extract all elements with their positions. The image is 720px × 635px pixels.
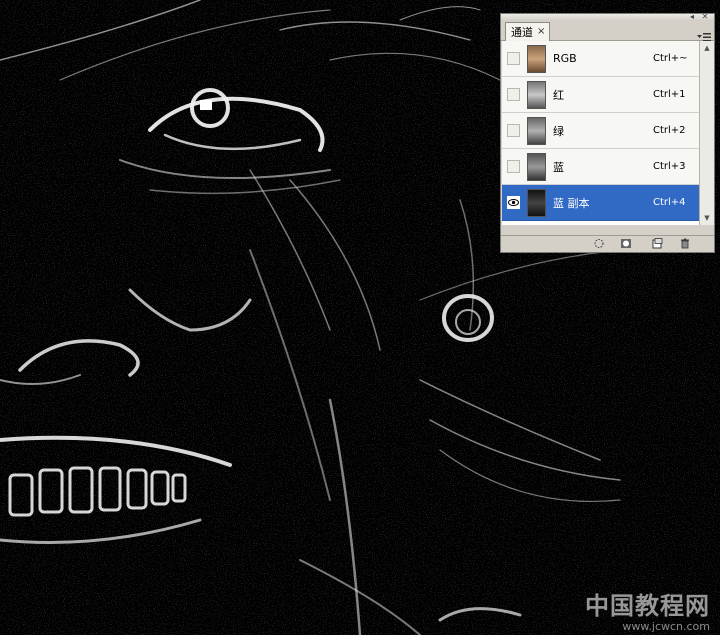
scroll-up-arrow-icon[interactable]: ▲ xyxy=(701,42,713,54)
tab-channels[interactable]: 通道 × xyxy=(505,22,551,41)
channel-shortcut: Ctrl+2 xyxy=(653,125,686,136)
save-selection-icon[interactable] xyxy=(620,238,632,249)
channel-shortcut: Ctrl+1 xyxy=(653,89,686,100)
channel-list: RGB Ctrl+~ 红 Ctrl+1 绿 Ctrl+2 蓝 Ctrl+3 蓝 … xyxy=(502,41,699,225)
visibility-toggle[interactable] xyxy=(507,196,520,209)
channel-name: 红 xyxy=(553,88,564,102)
watermark-url: www.jcwcn.com xyxy=(622,620,710,633)
channels-panel: ◂ ✕ 通道 × RGB Ctrl+~ 红 Ctrl+1 绿 Ctrl+2 蓝 … xyxy=(500,13,715,253)
channel-name: RGB xyxy=(553,52,577,65)
scroll-down-arrow-icon[interactable]: ▼ xyxy=(701,212,713,224)
visibility-toggle[interactable] xyxy=(507,160,520,173)
visibility-toggle[interactable] xyxy=(507,88,520,101)
channel-shortcut: Ctrl+3 xyxy=(653,161,686,172)
channel-name: 蓝 xyxy=(553,160,564,174)
tab-close-icon[interactable]: × xyxy=(537,27,545,37)
channel-shortcut: Ctrl+4 xyxy=(653,197,686,208)
channel-name: 蓝 副本 xyxy=(553,196,590,210)
channel-thumbnail xyxy=(527,188,546,217)
tab-channels-label: 通道 xyxy=(511,25,533,39)
trash-icon[interactable] xyxy=(679,238,691,249)
load-selection-icon[interactable] xyxy=(593,238,605,249)
channel-thumbnail xyxy=(527,80,546,109)
channel-shortcut: Ctrl+~ xyxy=(653,53,688,64)
close-panel-button[interactable]: ✕ xyxy=(699,13,711,21)
channel-thumbnail xyxy=(527,152,546,181)
channel-row-blue-copy[interactable]: 蓝 副本 Ctrl+4 xyxy=(502,185,699,221)
channel-row-blue[interactable]: 蓝 Ctrl+3 xyxy=(502,149,699,185)
channel-row-green[interactable]: 绿 Ctrl+2 xyxy=(502,113,699,149)
minimize-panel-button[interactable]: ◂ xyxy=(686,13,698,21)
panel-footer xyxy=(501,235,714,252)
eye-icon xyxy=(508,199,519,206)
visibility-toggle[interactable] xyxy=(507,52,520,65)
panel-tabstrip: 通道 × xyxy=(501,21,714,42)
watermark-logo: 中国教程网 xyxy=(585,591,710,620)
channel-list-scrollbar[interactable]: ▲ ▼ xyxy=(699,41,714,225)
channel-name: 绿 xyxy=(553,124,564,138)
channel-row-rgb[interactable]: RGB Ctrl+~ xyxy=(502,41,699,77)
channel-row-red[interactable]: 红 Ctrl+1 xyxy=(502,77,699,113)
visibility-toggle[interactable] xyxy=(507,124,520,137)
new-channel-icon[interactable] xyxy=(651,238,663,249)
channel-thumbnail xyxy=(527,44,546,73)
channel-thumbnail xyxy=(527,116,546,145)
